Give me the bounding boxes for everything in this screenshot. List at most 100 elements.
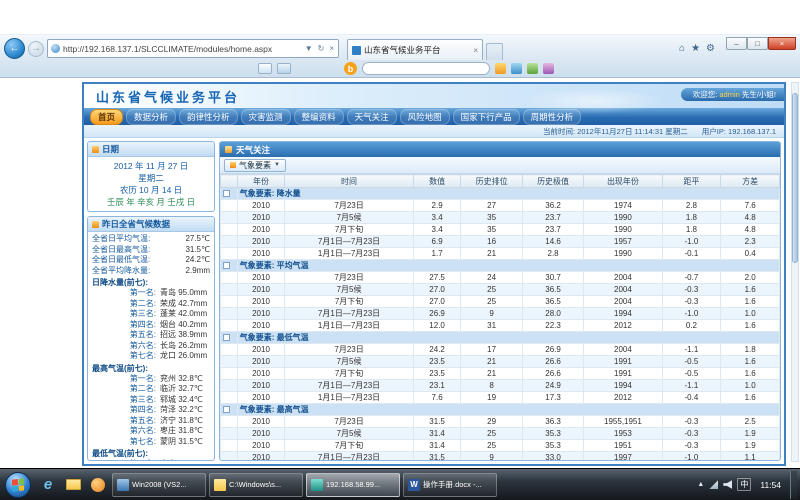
taskbar-ie-button[interactable]: e xyxy=(37,473,59,497)
bing-logo-icon[interactable]: b xyxy=(344,62,357,75)
table-row[interactable]: 20107月23日2.92736.219742.87.6 xyxy=(221,200,780,212)
maximize-button[interactable]: □ xyxy=(747,37,768,50)
taskbar-media-button[interactable] xyxy=(87,473,109,497)
taskbar-window-3[interactable]: W操作手册.docx -... xyxy=(403,473,497,497)
table-row[interactable]: 20107月下旬31.42535.31951-0.31.9 xyxy=(221,440,780,452)
nav-item-5[interactable]: 天气关注 xyxy=(347,109,397,125)
network-icon[interactable] xyxy=(709,480,718,489)
table-row[interactable]: 20107月1日—7月23日6.91614.61957-1.02.3 xyxy=(221,236,780,248)
table-row[interactable]: 20107月23日27.52430.72004-0.72.0 xyxy=(221,272,780,284)
table-cell: 1.0 xyxy=(721,308,780,320)
table-header-cell: 数值 xyxy=(413,175,461,188)
table-row[interactable]: 20107月1日—7月23日26.9928.01994-1.01.0 xyxy=(221,308,780,320)
input-method-indicator[interactable]: 中 xyxy=(737,478,751,491)
toolbar-icon[interactable] xyxy=(543,63,554,74)
start-button[interactable] xyxy=(5,472,31,498)
checkbox-icon[interactable] xyxy=(223,262,230,269)
bing-search-input[interactable] xyxy=(362,62,490,75)
rank-row: 第一名:泰山 16.7℃ xyxy=(92,459,210,460)
table-cell: 2010 xyxy=(237,440,285,452)
nav-item-0[interactable]: 首页 xyxy=(90,109,123,125)
volume-icon[interactable] xyxy=(723,480,732,489)
table-cell: 1994 xyxy=(584,308,662,320)
address-bar[interactable]: http://192.168.137.1/SLCCLIMATE/modules/… xyxy=(47,39,339,58)
rank-value: 烟台 40.2mm xyxy=(160,320,210,331)
taskbar-window-1[interactable]: C:\Windows\s... xyxy=(209,473,303,497)
hidden-icons-arrow[interactable]: ▲ xyxy=(697,481,704,488)
nav-item-7[interactable]: 国家下行产品 xyxy=(453,109,520,125)
checkbox-icon[interactable] xyxy=(223,334,230,341)
table-cell: 1997 xyxy=(584,452,662,461)
nav-item-6[interactable]: 风险地图 xyxy=(400,109,450,125)
table-cell: 2010 xyxy=(237,368,285,380)
row-expander-cell xyxy=(221,224,238,236)
table-row[interactable]: 20101月1日—7月23日1.7212.81990-0.10.4 xyxy=(221,248,780,260)
show-desktop-button[interactable] xyxy=(790,471,797,499)
table-row[interactable]: 20107月5候27.02536.52004-0.31.6 xyxy=(221,284,780,296)
toolbar-icon[interactable] xyxy=(527,63,538,74)
clock[interactable]: 11:54 xyxy=(756,480,785,490)
table-row[interactable]: 20101月1日—7月23日12.03122.320120.21.6 xyxy=(221,320,780,332)
table-group-row[interactable]: 气象要素: 最低气温 xyxy=(221,332,780,344)
table-cell: 1.8 xyxy=(662,212,721,224)
tools-gear-icon[interactable]: ⚙ xyxy=(706,43,715,54)
table-row[interactable]: 20107月下旬27.02536.52004-0.31.6 xyxy=(221,296,780,308)
table-row[interactable]: 20101月1日—7月23日7.61917.32012-0.41.6 xyxy=(221,392,780,404)
autocomplete-dropdown-icon[interactable]: ▼ xyxy=(304,44,314,53)
table-cell: 1月1日—7月23日 xyxy=(285,392,414,404)
taskbar-window-2[interactable]: 192.168.58.99... xyxy=(306,473,400,497)
taskbar-window-label: 192.168.58.99... xyxy=(326,480,380,489)
checkbox-icon[interactable] xyxy=(223,406,230,413)
toolbar-icon[interactable] xyxy=(495,63,506,74)
table-row[interactable]: 20107月5候31.42535.31953-0.31.9 xyxy=(221,428,780,440)
scrollbar-thumb[interactable] xyxy=(792,93,798,263)
rank-row: 第一名:兖州 32.8℃ xyxy=(92,374,210,385)
taskbar: e Win2008 (VS2...C:\Windows\s... 192.168.… xyxy=(0,468,800,500)
nav-item-2[interactable]: 韵律性分析 xyxy=(179,109,238,125)
element-selector-button[interactable]: 气象要素 ▼ xyxy=(224,159,286,172)
mail-icon[interactable] xyxy=(258,63,272,74)
table-row[interactable]: 20107月5候23.52126.61991-0.51.6 xyxy=(221,356,780,368)
table-group-row[interactable]: 气象要素: 降水量 xyxy=(221,188,780,200)
rank-label: 第二名: xyxy=(130,384,156,395)
table-row[interactable]: 20107月下旬23.52126.61991-0.51.6 xyxy=(221,368,780,380)
taskbar-explorer-button[interactable] xyxy=(62,473,84,497)
table-header-cell: 时间 xyxy=(285,175,414,188)
table-row[interactable]: 20107月下旬3.43523.719901.84.8 xyxy=(221,224,780,236)
nav-item-4[interactable]: 整编资料 xyxy=(294,109,344,125)
tab-close-icon[interactable]: × xyxy=(473,46,478,55)
table-cell: 36.3 xyxy=(522,416,583,428)
row-expander-cell xyxy=(221,344,238,356)
checkbox-icon[interactable] xyxy=(223,190,230,197)
forward-button[interactable]: → xyxy=(28,41,44,57)
favorites-star-icon[interactable]: ★ xyxy=(691,43,700,54)
close-window-button[interactable]: × xyxy=(768,37,796,50)
table-group-row[interactable]: 气象要素: 最高气温 xyxy=(221,404,780,416)
table-group-row[interactable]: 气象要素: 平均气温 xyxy=(221,260,780,272)
rank-label: 第三名: xyxy=(130,395,156,406)
home-icon[interactable]: ⌂ xyxy=(679,43,685,54)
new-tab-button[interactable] xyxy=(486,43,503,60)
browser-action-icons: ⌂ ★ ⚙ xyxy=(679,43,715,54)
table-row[interactable]: 20107月23日31.52936.31955,1951-0.32.5 xyxy=(221,416,780,428)
mail-icon[interactable] xyxy=(277,63,291,74)
browser-tab[interactable]: 山东省气候业务平台 × xyxy=(347,39,483,60)
table-row[interactable]: 20107月5候3.43523.719901.84.8 xyxy=(221,212,780,224)
nav-item-1[interactable]: 数据分析 xyxy=(126,109,176,125)
table-cell: 7月1日—7月23日 xyxy=(285,452,414,461)
back-button[interactable]: ← xyxy=(4,38,25,59)
element-button-icon xyxy=(230,162,236,168)
table-row[interactable]: 20107月23日24.21726.92004-1.11.8 xyxy=(221,344,780,356)
minimize-button[interactable]: – xyxy=(726,37,747,50)
taskbar-window-0[interactable]: Win2008 (VS2... xyxy=(112,473,206,497)
table-row[interactable]: 20107月1日—7月23日23.1824.91994-1.11.0 xyxy=(221,380,780,392)
nav-item-3[interactable]: 灾害监测 xyxy=(241,109,291,125)
refresh-icon[interactable]: ↻ xyxy=(317,44,326,53)
page-scrollbar[interactable] xyxy=(791,82,799,462)
stop-icon[interactable]: × xyxy=(328,44,335,53)
rank-label: 第五名: xyxy=(130,330,156,341)
table-cell: 7月23日 xyxy=(285,272,414,284)
table-cell: 28.0 xyxy=(522,308,583,320)
table-row[interactable]: 20107月1日—7月23日31.5933.01997-1.01.1 xyxy=(221,452,780,461)
toolbar-icon[interactable] xyxy=(511,63,522,74)
